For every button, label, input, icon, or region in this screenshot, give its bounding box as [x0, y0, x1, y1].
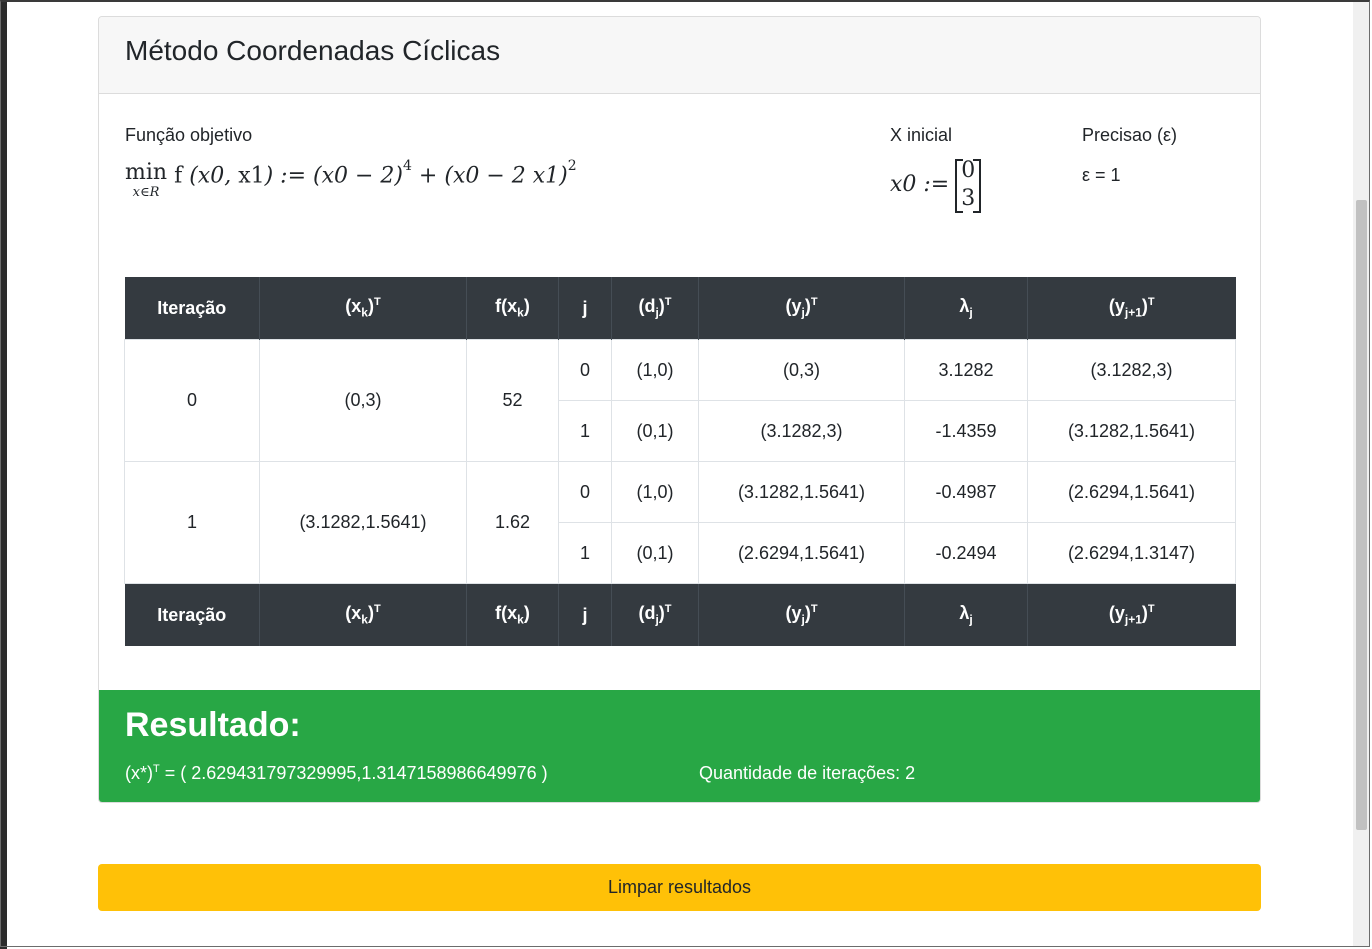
- iteration-count: Quantidade de iterações: 2: [699, 763, 916, 783]
- initial-vector-x1: 3: [961, 186, 976, 211]
- table-row: 1 (3.1282,1.5641) 1.62 0 (1,0) (3.1282,1…: [124, 461, 1236, 584]
- table-row: 0 (0,3) 52 0 (1,0) (0,3) 3.1282 (3.1282,…: [124, 339, 1236, 462]
- result-vector: (x*)T = ( 2.629431797329995,1.3147158986…: [125, 763, 548, 784]
- initial-vector: 03: [955, 157, 982, 213]
- cell-yj1: (3.1282,3): [1027, 339, 1236, 401]
- footer-xk: (xk)T: [259, 583, 467, 646]
- header-j: j: [558, 277, 612, 340]
- cell-fxk: 1.62: [466, 461, 559, 584]
- footer-j: j: [558, 583, 612, 646]
- header-fxk: f(xk): [466, 277, 559, 340]
- cell-xk: (0,3): [259, 339, 467, 462]
- cell-fxk: 52: [466, 339, 559, 462]
- page-title: Método Coordenadas Cíclicas: [125, 35, 501, 66]
- header-yj: (yj)T: [698, 277, 905, 340]
- cell-dj: (1,0): [611, 461, 699, 523]
- header-lambda: λj: [904, 277, 1028, 340]
- header-xk: (xk)T: [259, 277, 467, 340]
- precision-value: ε = 1: [1082, 165, 1121, 185]
- result-vector-value: = ( 2.629431797329995,1.3147158986649976…: [159, 763, 548, 783]
- result-vector-label: (x*): [125, 763, 153, 783]
- table-footer-row: Iteração (xk)T f(xk) j (dj)T (yj)T λj (y…: [124, 583, 1236, 646]
- card-header: Método Coordenadas Cíclicas: [99, 17, 1260, 94]
- result-panel: Resultado: (x*)T = ( 2.629431797329995,1…: [99, 690, 1260, 802]
- cell-dj: (1,0): [611, 339, 699, 401]
- objective-label: Função objetivo: [125, 125, 253, 145]
- result-title: Resultado:: [125, 706, 301, 744]
- cell-lambda: -0.4987: [904, 461, 1028, 523]
- cell-yj1: (3.1282,1.5641): [1027, 400, 1236, 462]
- cell-xk: (3.1282,1.5641): [259, 461, 467, 584]
- scrollbar-thumb[interactable]: [1356, 200, 1367, 830]
- cell-yj: (0,3): [698, 339, 905, 401]
- footer-iteracao: Iteração: [124, 583, 260, 646]
- cell-j: 1: [558, 522, 612, 584]
- page-scrollbar[interactable]: [1353, 2, 1370, 947]
- cell-j: 0: [558, 339, 612, 401]
- cell-yj1: (2.6294,1.5641): [1027, 461, 1236, 523]
- header-dj: (dj)T: [611, 277, 699, 340]
- initial-x-formula: x0 := 0 3: [890, 157, 982, 213]
- cell-lambda: -0.2494: [904, 522, 1028, 584]
- footer-fxk: f(xk): [466, 583, 559, 646]
- objective-formula: min x∈R f (x0, x1) := (x0 − 2)4 + (x0 − 2…: [125, 158, 577, 200]
- cell-lambda: 3.1282: [904, 339, 1028, 401]
- result-vector-sup: T: [153, 763, 160, 775]
- cell-dj: (0,1): [611, 522, 699, 584]
- iteration-table: Iteração (xk)T f(xk) j (dj)T (yj)T λj (y…: [124, 277, 1236, 646]
- cell-yj: (2.6294,1.5641): [698, 522, 905, 584]
- footer-yj1: (yj+1)T: [1027, 583, 1236, 646]
- cell-yj: (3.1282,3): [698, 400, 905, 462]
- cell-j: 0: [558, 461, 612, 523]
- cell-dj: (0,1): [611, 400, 699, 462]
- cell-j: 1: [558, 400, 612, 462]
- cell-lambda: -1.4359: [904, 400, 1028, 462]
- footer-dj: (dj)T: [611, 583, 699, 646]
- header-iteracao: Iteração: [124, 277, 260, 340]
- precision-label: Precisao (ε): [1082, 125, 1178, 145]
- header-yj1: (yj+1)T: [1027, 277, 1236, 340]
- cell-iter: 1: [124, 461, 260, 584]
- footer-lambda: λj: [904, 583, 1028, 646]
- footer-yj: (yj)T: [698, 583, 905, 646]
- cell-iter: 0: [124, 339, 260, 462]
- cell-yj1: (2.6294,1.3147): [1027, 522, 1236, 584]
- initial-x-label: X inicial: [890, 125, 953, 145]
- cell-yj: (3.1282,1.5641): [698, 461, 905, 523]
- initial-vector-x0: 0: [961, 158, 976, 183]
- table-header-row: Iteração (xk)T f(xk) j (dj)T (yj)T λj (y…: [124, 277, 1236, 340]
- clear-results-button[interactable]: Limpar resultados: [98, 864, 1261, 911]
- window-edge: [0, 0, 7, 949]
